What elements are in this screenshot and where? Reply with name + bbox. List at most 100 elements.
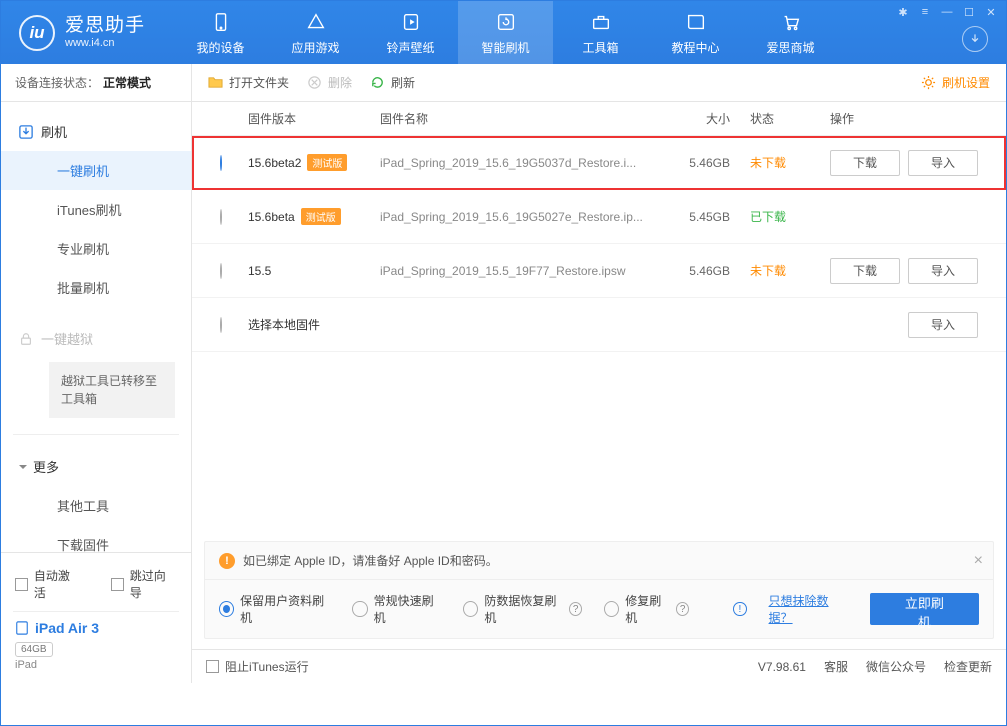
nav-toolbox[interactable]: 工具箱	[553, 1, 648, 64]
nav-store[interactable]: 爱思商城	[743, 1, 838, 64]
th-status: 状态	[750, 110, 830, 127]
beta-tag: 测试版	[301, 208, 341, 225]
opt-keep-data[interactable]: 保留用户资料刷机	[219, 592, 330, 626]
info-icon[interactable]: !	[733, 602, 746, 616]
fw-size: 5.45GB	[670, 210, 750, 224]
flash-now-button[interactable]: 立即刷机	[870, 593, 979, 625]
sidebar: 设备连接状态： 正常模式 刷机 一键刷机 iTunes刷机 专业刷机 批量刷机 …	[1, 64, 192, 683]
th-size: 大小	[670, 110, 750, 127]
refresh-button[interactable]: 刷新	[370, 74, 415, 91]
nav-tutorials[interactable]: 教程中心	[648, 1, 743, 64]
sidebar-item-batch[interactable]: 批量刷机	[1, 268, 191, 307]
fw-name: iPad_Spring_2019_15.5_19F77_Restore.ipsw	[380, 264, 670, 278]
top-nav: 我的设备 应用游戏 铃声壁纸 智能刷机 工具箱 教程中心 爱思商城	[173, 1, 1006, 64]
sidebar-item-itunes[interactable]: iTunes刷机	[1, 190, 191, 229]
toolbox-icon	[589, 10, 613, 34]
help-icon[interactable]: ?	[569, 602, 582, 616]
nav-flash[interactable]: 智能刷机	[458, 1, 553, 64]
table-body: 15.6beta2 测试版 iPad_Spring_2019_15.6_19G50…	[192, 136, 1006, 352]
flash-settings-button[interactable]: 刷机设置	[921, 74, 990, 91]
import-button[interactable]: 导入	[908, 150, 978, 176]
row-radio[interactable]	[220, 317, 222, 333]
import-button[interactable]: 导入	[908, 258, 978, 284]
fw-size: 5.46GB	[670, 156, 750, 170]
logo-icon: iu	[19, 15, 55, 51]
radio[interactable]	[463, 601, 478, 617]
app-name: 爱思助手	[65, 16, 145, 37]
device-type: iPad	[13, 659, 179, 675]
customer-service-link[interactable]: 客服	[824, 658, 848, 675]
device-icon	[209, 10, 233, 34]
sidebar-item-download-fw[interactable]: 下载固件	[1, 525, 191, 552]
row-radio[interactable]	[220, 263, 222, 279]
title-bar: iu 爱思助手 www.i4.cn 我的设备 应用游戏 铃声壁纸 智能刷机 工具…	[1, 1, 1006, 64]
radio[interactable]	[604, 601, 619, 617]
nav-my-device[interactable]: 我的设备	[173, 1, 268, 64]
app-url: www.i4.cn	[65, 37, 145, 49]
nav-ringtones[interactable]: 铃声壁纸	[363, 1, 458, 64]
sidebar-item-onekey[interactable]: 一键刷机	[1, 151, 191, 190]
check-update-link[interactable]: 检查更新	[944, 658, 992, 675]
skin-button[interactable]: ✱	[892, 3, 914, 21]
minimize-button[interactable]: —	[936, 3, 958, 21]
fw-size: 5.46GB	[670, 264, 750, 278]
tablet-icon	[15, 621, 29, 635]
help-icon[interactable]: ?	[676, 602, 689, 616]
close-info-button[interactable]: ×	[974, 552, 983, 570]
import-button[interactable]: 导入	[908, 312, 978, 338]
fw-status: 已下载	[750, 208, 830, 225]
download-manager-button[interactable]	[962, 26, 988, 52]
apps-icon	[304, 10, 328, 34]
close-button[interactable]: ✕	[980, 3, 1002, 21]
th-action: 操作	[830, 110, 990, 127]
sidebar-item-other-tools[interactable]: 其他工具	[1, 486, 191, 525]
open-folder-button[interactable]: 打开文件夹	[208, 74, 289, 91]
maximize-button[interactable]: ☐	[958, 3, 980, 21]
fw-name: iPad_Spring_2019_15.6_19G5027e_Restore.i…	[380, 210, 670, 224]
block-itunes-checkbox[interactable]	[206, 660, 219, 673]
row-radio[interactable]	[220, 155, 222, 171]
skip-guide-label: 跳过向导	[130, 567, 177, 601]
fw-version: 15.6beta2	[248, 156, 301, 170]
book-icon	[684, 10, 708, 34]
opt-repair[interactable]: 修复刷机?	[604, 592, 689, 626]
nav-apps[interactable]: 应用游戏	[268, 1, 363, 64]
table-row[interactable]: 15.6beta2测试版 iPad_Spring_2019_15.6_19G50…	[192, 136, 1006, 190]
skip-guide-checkbox[interactable]	[111, 578, 124, 591]
erase-link[interactable]: 只想抹除数据？	[769, 592, 848, 626]
opt-normal[interactable]: 常规快速刷机	[352, 592, 441, 626]
fw-name: iPad_Spring_2019_15.6_19G5037d_Restore.i…	[380, 156, 670, 170]
menu-button[interactable]: ≡	[914, 3, 936, 21]
fw-version: 15.5	[248, 264, 271, 278]
wechat-link[interactable]: 微信公众号	[866, 658, 926, 675]
device-storage-badge: 64GB	[15, 642, 53, 657]
download-button[interactable]: 下载	[830, 150, 900, 176]
row-radio[interactable]	[220, 209, 222, 225]
radio[interactable]	[352, 601, 367, 617]
local-fw-label: 选择本地固件	[248, 316, 320, 333]
sidebar-more-group[interactable]: 更多	[1, 447, 191, 486]
flash-group-icon	[19, 125, 33, 139]
device-name[interactable]: iPad Air 3	[13, 616, 179, 640]
th-name: 固件名称	[380, 110, 670, 127]
radio[interactable]	[219, 601, 234, 617]
opt-anti-recovery[interactable]: 防数据恢复刷机?	[463, 592, 582, 626]
delete-icon	[307, 75, 322, 90]
table-row[interactable]: 15.6beta测试版 iPad_Spring_2019_15.6_19G502…	[192, 190, 1006, 244]
th-version: 固件版本	[248, 110, 380, 127]
sidebar-flash-group[interactable]: 刷机	[1, 112, 191, 151]
folder-icon	[208, 75, 223, 90]
auto-activate-checkbox[interactable]	[15, 578, 28, 591]
logo: iu 爱思助手 www.i4.cn	[1, 15, 163, 51]
table-row[interactable]: 15.5 iPad_Spring_2019_15.5_19F77_Restore…	[192, 244, 1006, 298]
window-controls: ✱ ≡ — ☐ ✕	[892, 3, 1002, 21]
download-button[interactable]: 下载	[830, 258, 900, 284]
delete-button: 删除	[307, 74, 352, 91]
lock-icon	[19, 332, 33, 346]
divider	[13, 434, 179, 435]
gear-icon	[921, 75, 936, 90]
table-header: 固件版本 固件名称 大小 状态 操作	[192, 102, 1006, 136]
table-row-local[interactable]: 选择本地固件 导入	[192, 298, 1006, 352]
sidebar-item-pro[interactable]: 专业刷机	[1, 229, 191, 268]
warning-text: 如已绑定 Apple ID，请准备好 Apple ID和密码。	[243, 552, 498, 569]
